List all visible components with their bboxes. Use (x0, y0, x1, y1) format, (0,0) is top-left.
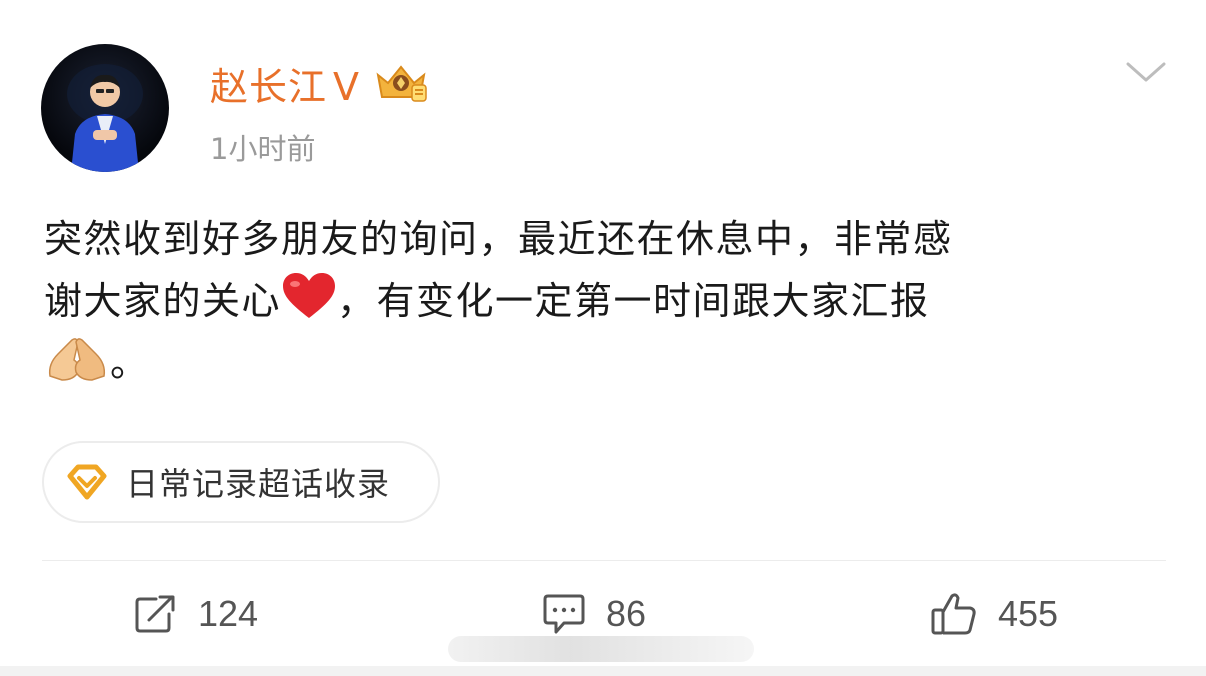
author-header: 赵长江 V (210, 56, 428, 111)
post-line-1: 突然收到好多朋友的询问，最近还在休息中，非常感 (44, 217, 953, 261)
topic-label: 日常记录超话收录 (126, 465, 391, 503)
author-avatar[interactable] (41, 44, 169, 172)
chevron-down-icon[interactable] (1124, 58, 1168, 86)
folded-hands-icon (48, 338, 106, 381)
post-line-2: 谢大家的关心 ，有变化一定第一时间跟大家汇报 (44, 270, 1174, 332)
crown-badge-icon[interactable] (374, 61, 428, 105)
diamond-icon (67, 464, 107, 500)
thumb-up-icon (931, 593, 976, 635)
repost-count: 124 (198, 593, 259, 634)
author-name[interactable]: 赵长江 V (210, 56, 360, 111)
repost-button[interactable]: 124 (134, 588, 258, 640)
topic-tag[interactable]: 日常记录超话收录 (42, 441, 440, 523)
post-line-3: 。 (44, 332, 1174, 394)
comment-button[interactable]: 86 (542, 588, 646, 640)
action-divider (42, 560, 1166, 561)
bottom-separator (0, 666, 1206, 676)
like-count: 455 (998, 593, 1059, 634)
horizontal-scrollbar[interactable] (448, 636, 754, 662)
share-icon (135, 595, 175, 633)
post-content: 突然收到好多朋友的询问，最近还在休息中，非常感 谢大家的关心 ，有变化一定第一时间… (44, 208, 1174, 394)
red-heart-icon (283, 273, 336, 318)
comment-icon (543, 594, 585, 634)
like-button[interactable]: 455 (930, 588, 1058, 640)
post-time: 1小时前 (210, 132, 316, 166)
comment-count: 86 (606, 593, 647, 634)
avatar-photo (67, 64, 143, 172)
